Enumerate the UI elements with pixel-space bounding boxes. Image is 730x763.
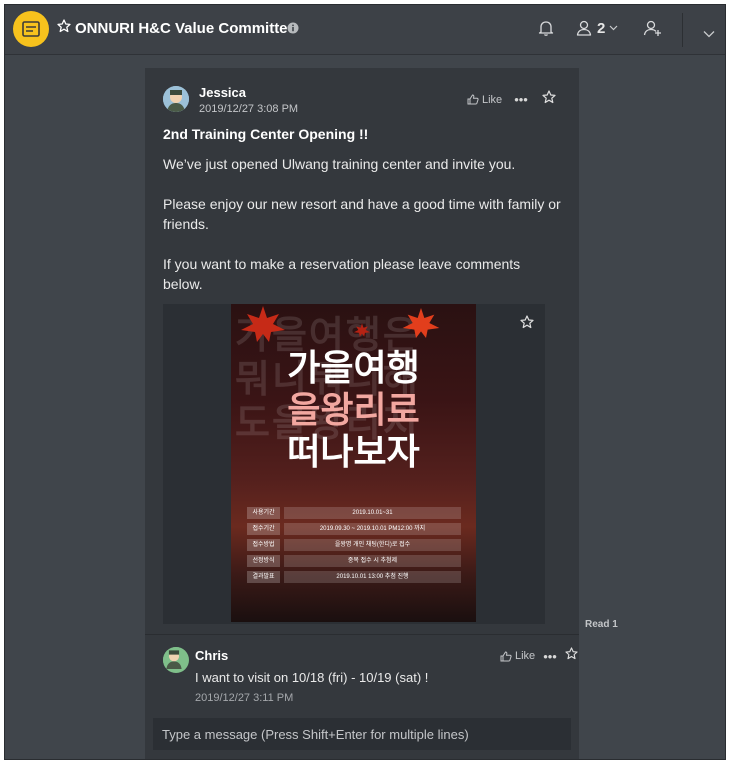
maple-leaf-icon	[353, 323, 371, 337]
poster-info-value: 2019.10.01 13:00 추첨 진행	[284, 571, 461, 583]
message-input[interactable]	[153, 718, 571, 750]
thumbs-up-icon	[500, 650, 512, 661]
avatar[interactable]	[163, 86, 189, 112]
poster-info-row: 결과발표 2019.10.01 13:00 추첨 진행	[247, 571, 461, 583]
invite-member-icon[interactable]	[643, 19, 663, 42]
favorite-star-icon[interactable]	[57, 19, 71, 38]
comment-actions: Like •••	[500, 647, 578, 665]
poster-info-key: 선정방식	[247, 555, 280, 567]
chat-room-icon[interactable]	[13, 11, 49, 47]
post-paragraph: If you want to make a reservation please…	[163, 256, 521, 292]
post-time: 2019/12/27 3:08 PM	[199, 103, 299, 115]
post-image-container[interactable]: 가을여행은 뭐니뭐니해 도을왕리지 가을여행 을왕리로 떠나보자 사용기간 2019.…	[163, 304, 545, 624]
post-author[interactable]: Jessica	[199, 85, 246, 100]
post-card: Jessica 2019/12/27 3:08 PM Like ••• 2nd …	[145, 68, 579, 634]
post-title: 2nd Training Center Opening !!	[163, 126, 369, 142]
poster-info-value: 2019.09.30 ~ 2019.10.01 PM12:00 까지	[284, 523, 461, 535]
event-poster-image[interactable]: 가을여행은 뭐니뭐니해 도을왕리지 가을여행 을왕리로 떠나보자 사용기간 2019.…	[231, 304, 476, 622]
app-window: ONNURI H&C Value Committee 2 Jessica 201…	[4, 4, 726, 760]
info-icon[interactable]	[287, 21, 299, 39]
thumbs-up-icon	[467, 94, 479, 105]
poster-info-key: 사용기간	[247, 507, 280, 519]
poster-info-row: 접수기간 2019.09.30 ~ 2019.10.01 PM12:00 까지	[247, 523, 461, 535]
like-button[interactable]: Like	[467, 94, 502, 106]
post-paragraph: We’ve just opened Ulwang training center…	[163, 156, 516, 172]
chevron-down-icon	[609, 25, 618, 31]
poster-info-row: 사용기간 2019.10.01~31	[247, 507, 461, 519]
poster-headline-3: 떠나보자	[287, 431, 420, 472]
menu-chevron-icon[interactable]	[703, 25, 715, 43]
chat-header: ONNURI H&C Value Committee 2	[5, 5, 725, 55]
member-count: 2	[597, 19, 606, 37]
avatar[interactable]	[163, 647, 189, 673]
message-composer	[145, 712, 579, 759]
room-title: ONNURI H&C Value Committee	[75, 20, 296, 37]
bookmark-star-icon[interactable]	[542, 90, 556, 109]
poster-headline-1: 가을여행	[287, 347, 420, 388]
person-icon	[576, 20, 592, 36]
poster-info-key: 결과발표	[247, 571, 280, 583]
poster-info-table: 사용기간 2019.10.01~31 접수기간 2019.09.30 ~ 2019.…	[247, 507, 461, 587]
bell-icon[interactable]	[537, 19, 555, 42]
poster-info-key: 접수기간	[247, 523, 280, 535]
post-paragraph: Please enjoy our new resort and have a g…	[163, 196, 561, 232]
read-receipt[interactable]: Read 1	[585, 619, 618, 630]
poster-headline-2: 을왕리로	[287, 389, 420, 430]
bookmark-star-icon[interactable]	[565, 647, 578, 665]
maple-leaf-icon	[241, 306, 285, 342]
like-label: Like	[482, 93, 503, 106]
like-label: Like	[515, 650, 536, 662]
more-options-button[interactable]: •••	[514, 92, 528, 107]
comment-text: I want to visit on 10/18 (fri) - 10/19 (…	[195, 670, 429, 685]
members-button[interactable]: 2	[575, 19, 618, 37]
more-options-button[interactable]: •••	[543, 649, 557, 664]
post-actions: Like •••	[467, 90, 556, 109]
comment-time: 2019/12/27 3:11 PM	[195, 692, 294, 704]
maple-leaf-icon	[402, 308, 440, 338]
like-button[interactable]: Like	[500, 650, 535, 662]
poster-info-row: 선정방식 중복 접수 시 추첨제	[247, 555, 461, 567]
post-body: We’ve just opened Ulwang training center…	[163, 154, 563, 294]
poster-info-value: 중복 접수 시 추첨제	[284, 555, 461, 567]
poster-info-key: 접수방법	[247, 539, 280, 551]
header-divider	[682, 13, 683, 47]
poster-info-value: 2019.10.01~31	[284, 507, 461, 519]
comment-author[interactable]: Chris	[195, 648, 228, 663]
comment-item: Chris I want to visit on 10/18 (fri) - 1…	[145, 634, 579, 712]
poster-info-value: 을왕명 개인 채팅(한디)로 접수	[284, 539, 461, 551]
image-star-icon[interactable]	[520, 315, 534, 334]
poster-info-row: 접수방법 을왕명 개인 채팅(한디)로 접수	[247, 539, 461, 551]
